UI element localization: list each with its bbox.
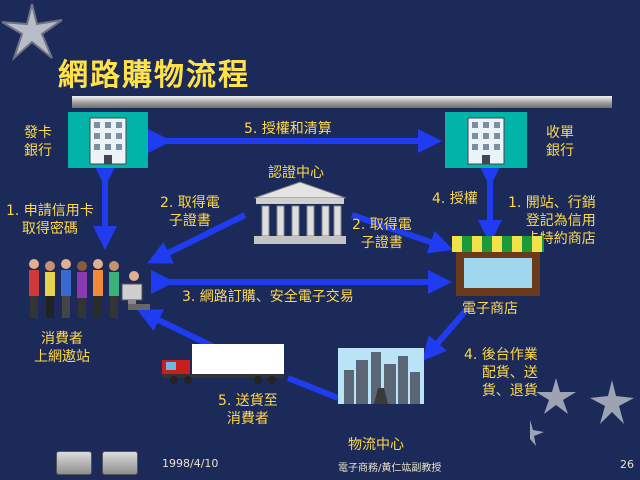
acquiring-bank-label: 收單 銀行: [546, 125, 574, 159]
truck-icon: [162, 344, 284, 384]
step-online-order: 3. 網路訂購、安全電子交易: [182, 289, 354, 305]
prev-slide-button[interactable]: [56, 451, 92, 475]
logistics-center-label: 物流中心: [348, 437, 404, 453]
footer-author: 電子商務/黃仁竑副教授: [338, 463, 442, 474]
shop-icon: [452, 236, 544, 296]
issuing-bank-label: 發卡 銀行: [24, 125, 52, 159]
page-number: 26: [620, 458, 634, 471]
step-authorization: 4. 授權: [432, 191, 478, 207]
step-apply-card: 1. 申請信用卡 取得密碼: [6, 203, 94, 237]
footer-date: 1998/4/10: [162, 457, 219, 470]
step-authorization-clearing: 5. 授權和清算: [244, 121, 332, 137]
step-delivery: 5. 送貨至 消費者: [218, 393, 278, 427]
logistics-center-box: [338, 348, 424, 404]
step-backend: 4. 後台作業 配貨、送 貨、退貨: [464, 347, 538, 399]
consumer-label: 消費者 上網遨站: [34, 331, 90, 365]
people-icon: [29, 259, 150, 318]
acquiring-bank-box: [445, 112, 527, 168]
city-icon: [344, 352, 420, 404]
building-icon: [89, 117, 127, 165]
building-icon: [467, 117, 505, 165]
step-consumer-cert: 2. 取得電 子證書: [160, 195, 220, 229]
arrow-delivery-a: [286, 375, 340, 401]
e-store-label: 電子商店: [462, 301, 518, 317]
step-store-cert: 2. 取得電 子證書: [352, 217, 412, 251]
next-slide-button[interactable]: [102, 451, 138, 475]
temple-icon: [253, 181, 347, 244]
issuing-bank-box: [68, 112, 148, 168]
